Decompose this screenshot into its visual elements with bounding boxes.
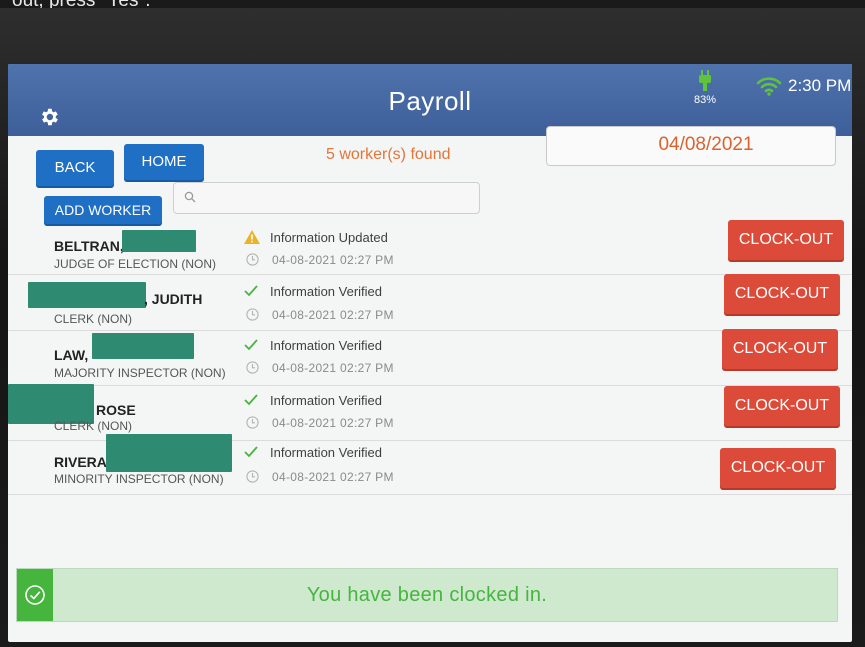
clock-icon <box>246 361 259 374</box>
worker-role: CLERK (NON) <box>54 312 133 326</box>
clock-icon <box>246 253 259 266</box>
redaction-mark <box>28 282 146 308</box>
worker-role: CLERK (NON) <box>54 419 133 433</box>
worker-name: RIVERA <box>54 454 107 470</box>
clock-out-button[interactable]: CLOCK-OUT <box>720 448 836 488</box>
battery-icon <box>699 70 711 91</box>
timestamp: 04-08-2021 02:27 PM <box>272 416 394 430</box>
worker-name: ROSE <box>96 402 136 418</box>
tablet-screen: Payroll 83% 2:30 PM BACK HOME 5 worker(s… <box>8 64 852 642</box>
date-field[interactable]: 04/08/2021 <box>546 126 836 166</box>
status-text: Information Verified <box>270 338 383 353</box>
timestamp: 04-08-2021 02:27 PM <box>272 253 394 267</box>
redaction-mark <box>122 230 196 252</box>
clock-icon <box>246 308 259 321</box>
worker-role: MAJORITY INSPECTOR (NON) <box>54 366 226 380</box>
toast-message: You have been clocked in. <box>306 584 548 606</box>
timestamp: 04-08-2021 02:27 PM <box>272 308 394 322</box>
clock-icon <box>246 416 259 429</box>
status-text: Information Verified <box>270 284 383 299</box>
checkmark-icon <box>244 446 258 458</box>
page-title: Payroll <box>388 86 472 116</box>
redaction-mark <box>92 333 194 359</box>
battery-percent: 83% <box>693 94 717 106</box>
checkmark-icon <box>244 394 258 406</box>
redaction-mark <box>106 434 232 472</box>
clock-out-button[interactable]: CLOCK-OUT <box>724 274 840 314</box>
warning-icon <box>244 230 260 244</box>
worker-role: JUDGE OF ELECTION (NON) <box>54 257 217 271</box>
workers-found-count: 5 worker(s) found <box>326 146 451 163</box>
clock-icon <box>246 470 259 483</box>
worker-role: MINORITY INSPECTOR (NON) <box>54 472 224 486</box>
worker-name: BELTRAN, <box>54 238 124 254</box>
redaction-mark <box>8 384 94 424</box>
clock-out-button[interactable]: CLOCK-OUT <box>724 386 840 426</box>
search-icon <box>184 191 196 203</box>
wifi-icon <box>756 76 782 96</box>
worker-row[interactable]: LAW, MAJORITY INSPECTOR (NON) Informatio… <box>8 329 852 386</box>
status-text: Information Verified <box>270 445 383 460</box>
worker-name: , JUDITH <box>144 291 203 307</box>
worker-name: LAW, <box>54 347 89 363</box>
tablet-bezel: Payroll 83% 2:30 PM BACK HOME 5 worker(s… <box>0 8 865 647</box>
search-box <box>173 182 480 214</box>
status-text: Information Updated <box>270 230 388 245</box>
worker-row[interactable]: BELTRAN, JUDGE OF ELECTION (NON) Informa… <box>8 220 852 275</box>
timestamp: 04-08-2021 02:27 PM <box>272 470 394 484</box>
checkmark-icon <box>244 339 258 351</box>
search-input[interactable] <box>202 185 474 211</box>
back-button[interactable]: BACK <box>36 150 114 186</box>
home-button[interactable]: HOME <box>124 144 204 180</box>
success-toast: You have been clocked in. <box>16 568 838 622</box>
status-time: 2:30 PM <box>788 76 852 95</box>
worker-row[interactable]: , JUDITH CLERK (NON) Information Verifie… <box>8 274 852 331</box>
checkmark-icon <box>244 285 258 297</box>
timestamp: 04-08-2021 02:27 PM <box>272 361 394 375</box>
worker-row[interactable]: RIVERA MINORITY INSPECTOR (NON) Informat… <box>8 434 852 495</box>
worker-row[interactable]: ROSE CLERK (NON) Information Verified 04… <box>8 384 852 441</box>
battery-status: 83% <box>688 70 722 106</box>
status-text: Information Verified <box>270 393 383 408</box>
clock-out-button[interactable]: CLOCK-OUT <box>728 220 844 260</box>
clock-out-button[interactable]: CLOCK-OUT <box>722 329 838 369</box>
